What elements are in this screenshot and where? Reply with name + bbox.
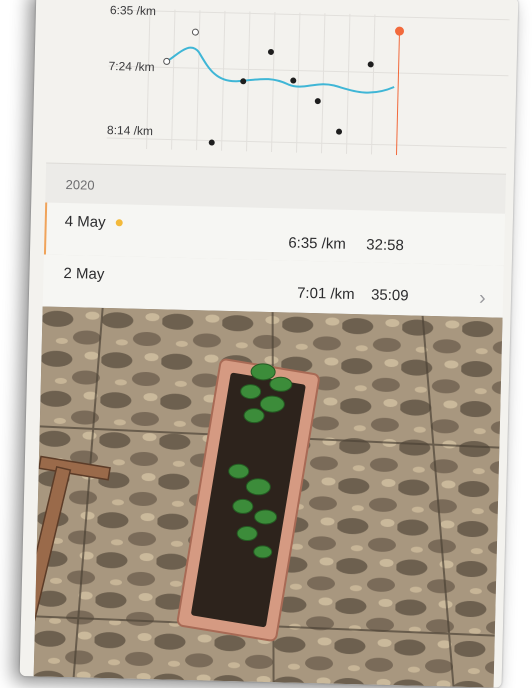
current-run-marker-icon[interactable] — [395, 26, 405, 36]
selected-accent — [43, 202, 48, 255]
photo-image — [33, 306, 503, 688]
app-screen: 6:35 /km 7:24 /km 8:14 /km 2020 4 May 6:… — [19, 0, 519, 688]
pace-chart[interactable]: 6:35 /km 7:24 /km 8:14 /km — [46, 0, 510, 168]
run-pace: 6:35 /km — [288, 234, 347, 253]
pace-chart-svg: 6:35 /km 7:24 /km 8:14 /km — [106, 3, 510, 156]
new-run-dot-icon — [115, 219, 123, 227]
year-label: 2020 — [65, 176, 95, 193]
chart-point[interactable] — [191, 28, 199, 36]
y-label-mid: 7:24 /km — [108, 59, 154, 74]
y-label-top: 6:35 /km — [110, 3, 156, 18]
chart-grid — [106, 8, 510, 155]
chart-point[interactable] — [163, 57, 171, 65]
run-pace: 7:01 /km — [296, 284, 355, 304]
run-duration: 32:58 — [366, 236, 405, 255]
run-date: 2 May — [63, 264, 105, 283]
run-date-row: 2 May — [63, 265, 104, 283]
y-label-bottom: 8:14 /km — [107, 123, 153, 138]
chart-point[interactable] — [290, 77, 297, 84]
run-photo[interactable] — [33, 306, 503, 688]
chevron-right-icon[interactable]: › — [479, 287, 486, 310]
run-duration: 35:09 — [370, 286, 409, 305]
chart-point[interactable] — [240, 78, 247, 85]
run-date: 4 May — [64, 212, 106, 231]
chart-point[interactable] — [314, 98, 321, 105]
current-run-line — [395, 31, 401, 156]
chart-point[interactable] — [367, 61, 374, 68]
run-date-row: 4 May — [65, 213, 123, 231]
chart-point[interactable] — [336, 128, 343, 135]
chart-point[interactable] — [267, 48, 274, 55]
